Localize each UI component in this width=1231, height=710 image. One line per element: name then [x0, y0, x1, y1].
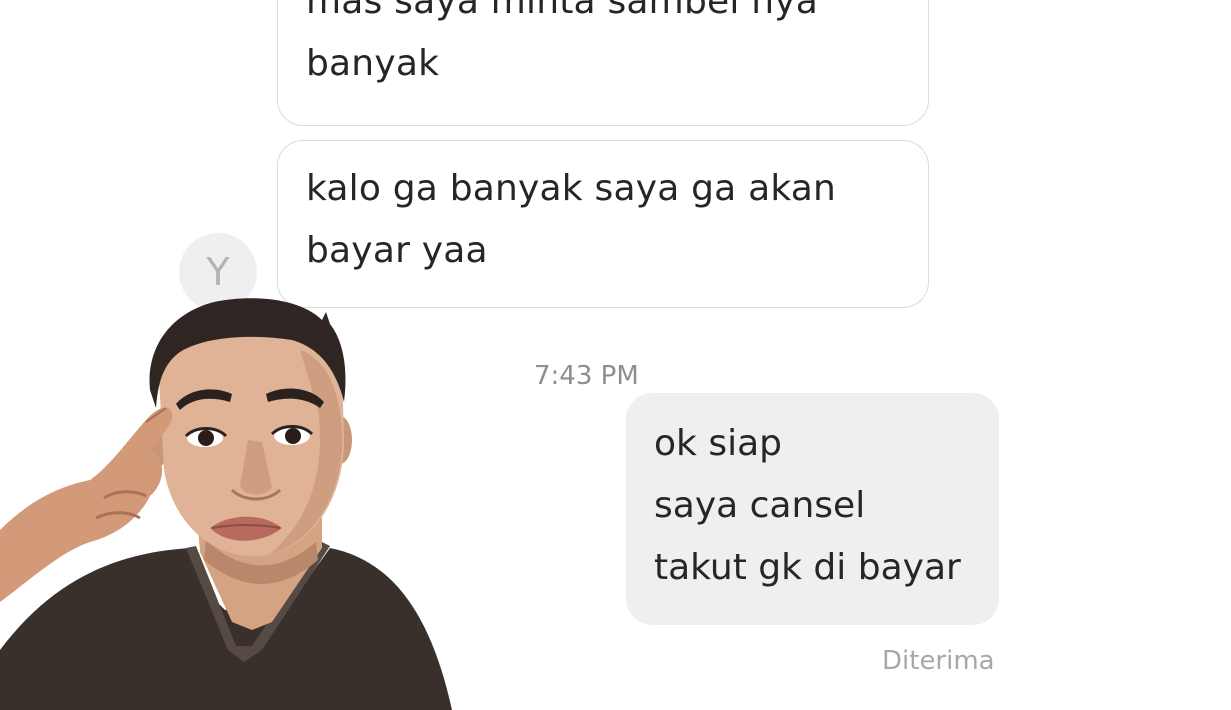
chat-thread: mas saya minta sambel nya banyak kalo ga… [0, 0, 1231, 710]
message-text: mas saya minta sambel nya [306, 0, 818, 22]
delivery-status: Diterima [882, 646, 995, 676]
incoming-message-bubble[interactable]: mas saya minta sambel nya banyak [277, 0, 929, 126]
message-text: bayar yaa [306, 230, 488, 271]
message-timestamp: 7:43 PM [534, 361, 639, 391]
man-thinking-sticker-icon [0, 298, 452, 710]
outgoing-message-bubble[interactable]: ok siap saya cansel takut gk di bayar [626, 393, 999, 625]
message-text: ok siap [654, 423, 782, 464]
message-text: saya cansel [654, 485, 866, 526]
message-text: takut gk di bayar [654, 547, 961, 588]
incoming-message-bubble[interactable]: kalo ga banyak saya ga akan bayar yaa [277, 140, 929, 308]
message-text: kalo ga banyak saya ga akan [306, 168, 837, 209]
message-text: banyak [306, 43, 440, 84]
